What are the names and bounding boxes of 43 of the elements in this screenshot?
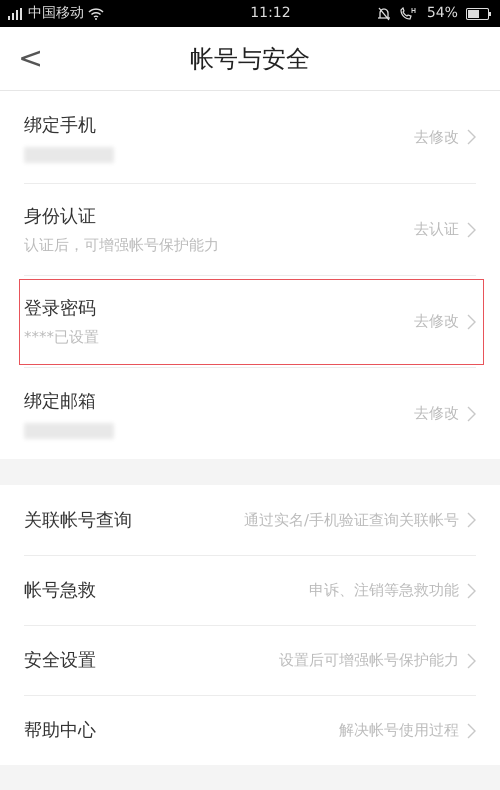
row-title: 关联帐号查询	[24, 508, 132, 532]
row-value: 去认证	[414, 219, 459, 240]
bell-muted-icon	[376, 6, 391, 20]
carrier-name: 中国移动	[28, 4, 84, 23]
row-value: 去修改	[414, 311, 459, 332]
battery-icon	[466, 8, 492, 20]
wifi-icon	[88, 8, 104, 20]
page-title: 帐号与安全	[190, 44, 310, 74]
row-title: 安全设置	[24, 649, 96, 673]
settings-row[interactable]: 关联帐号查询 通过实名/手机验证查询关联帐号	[0, 485, 500, 555]
row-title: 绑定邮箱	[24, 390, 97, 414]
row-title: 绑定手机	[24, 114, 97, 138]
chevron-icon	[467, 722, 476, 738]
settings-row[interactable]: 安全设置 设置后可增强帐号保护能力	[0, 625, 500, 695]
row-value: 通过实名/手机验证查询关联帐号	[244, 510, 459, 531]
settings-row[interactable]: 登录密码 ****已设置 去修改	[0, 275, 500, 367]
settings-row[interactable]: 绑定邮箱 去修改	[0, 367, 500, 459]
chevron-icon	[467, 652, 476, 668]
row-subtitle: ****已设置	[24, 326, 99, 348]
row-title: 登录密码	[24, 296, 97, 321]
back-button[interactable]: <	[0, 44, 44, 74]
chevron-icon	[467, 582, 476, 598]
settings-row[interactable]: 帮助中心 解决帐号使用过程	[0, 695, 500, 765]
clock: 11:12	[250, 4, 291, 23]
chevron-icon	[467, 406, 476, 422]
chevron-icon	[467, 222, 476, 238]
row-title: 身份认证	[24, 204, 97, 229]
battery-percent: 54%	[426, 4, 458, 23]
settings-row[interactable]: 身份认证 认证后，可增强帐号保护能力 去认证	[0, 183, 500, 275]
chevron-icon	[467, 129, 476, 145]
row-value: 设置后可增强帐号保护能力	[279, 650, 459, 672]
row-value: 去修改	[414, 403, 459, 424]
row-title: 帐号急救	[24, 579, 96, 603]
chevron-icon	[467, 314, 476, 330]
row-value: 去修改	[414, 126, 459, 148]
row-value: 解决帐号使用过程	[339, 720, 459, 742]
settings-row[interactable]: 帐号急救 申诉、注销等急救功能	[0, 555, 500, 625]
signal-icon	[8, 8, 24, 20]
row-value: 申诉、注销等急救功能	[309, 580, 459, 602]
row-title: 帮助中心	[24, 719, 96, 743]
chevron-icon	[467, 512, 476, 528]
settings-row[interactable]: 绑定手机 去修改	[0, 91, 500, 183]
row-subtitle: 认证后，可增强帐号保护能力	[24, 234, 219, 256]
